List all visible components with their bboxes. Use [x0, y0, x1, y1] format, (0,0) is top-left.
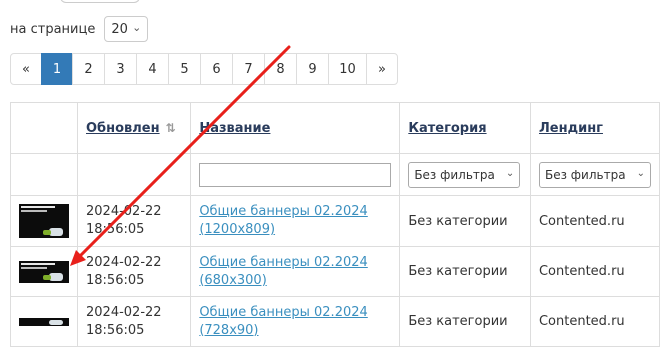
chevron-down-icon: ⌄: [132, 21, 142, 34]
page-1[interactable]: 1: [41, 53, 73, 85]
name-cell: Общие баннеры 02.2024 (680x300): [190, 246, 401, 297]
top-button-edge[interactable]: [60, 0, 140, 3]
updated-time: 18:56:05: [86, 222, 145, 237]
sort-updated-link[interactable]: Обновлен: [86, 121, 160, 136]
preview-cell: [10, 296, 78, 347]
updated-date: 2024-02-22: [86, 304, 162, 320]
sort-category-link[interactable]: Категория: [408, 121, 486, 136]
page-prev[interactable]: «: [10, 53, 42, 85]
updated-cell: 2024-02-22 18:56:05: [76, 246, 192, 297]
page-3[interactable]: 3: [104, 53, 137, 85]
page-2[interactable]: 2: [72, 53, 105, 85]
banner-size: (1200x809): [199, 222, 276, 237]
header-name: Название: [190, 102, 401, 154]
header-updated: Обновлен ⇅: [76, 102, 192, 154]
filter-row: Без фильтра ⌄ Без фильтра ⌄: [10, 153, 660, 196]
page-4[interactable]: 4: [136, 53, 169, 85]
page-10[interactable]: 10: [328, 53, 367, 85]
category-cell: Без категории: [399, 296, 531, 347]
pagination: « 1 2 3 4 5 6 7 8 9 10 »: [10, 53, 398, 85]
per-page-control: на странице 20 ⌄: [10, 16, 149, 42]
page-7[interactable]: 7: [232, 53, 265, 85]
per-page-select[interactable]: 20 ⌄: [104, 16, 149, 42]
page-next[interactable]: »: [366, 53, 398, 85]
banner-thumbnail[interactable]: [19, 317, 69, 326]
sort-landing-link[interactable]: Лендинг: [539, 121, 603, 136]
per-page-value: 20: [111, 21, 128, 37]
chevron-down-icon: ⌄: [634, 167, 645, 179]
landing-cell: Contented.ru: [529, 195, 660, 247]
page-8[interactable]: 8: [264, 53, 297, 85]
category-cell: Без категории: [399, 195, 531, 247]
banner-name-link[interactable]: Общие баннеры 02.2024 (1200x809): [199, 204, 367, 237]
page-5[interactable]: 5: [168, 53, 201, 85]
header-category: Категория: [399, 102, 531, 154]
filter-category-cell: Без фильтра ⌄: [399, 153, 531, 196]
updated-cell: 2024-02-22 18:56:05: [76, 195, 192, 247]
banner-name-link[interactable]: Общие баннеры 02.2024 (728x90): [199, 305, 367, 338]
table-row: 2024-02-22 18:56:05 Общие баннеры 02.202…: [10, 296, 660, 347]
table-row: 2024-02-22 18:56:05 Общие баннеры 02.202…: [10, 246, 660, 297]
updated-time: 18:56:05: [86, 322, 145, 338]
page-9[interactable]: 9: [296, 53, 329, 85]
landing-cell: Contented.ru: [529, 246, 660, 297]
chevron-down-icon: ⌄: [503, 167, 515, 179]
name-cell: Общие баннеры 02.2024 (728x90): [190, 296, 401, 347]
preview-cell: [10, 195, 78, 247]
preview-cell: [10, 246, 78, 297]
category-filter-select[interactable]: Без фильтра ⌄: [408, 161, 521, 188]
banner-size: (728x90): [199, 322, 259, 338]
banner-thumbnail[interactable]: [19, 204, 69, 238]
updated-time: 18:56:05: [86, 272, 145, 288]
filter-empty-cell: [10, 153, 78, 196]
banner-name: Общие баннеры 02.2024: [199, 254, 368, 270]
banner-table: Обновлен ⇅ Название Категория Лендинг Без…: [10, 102, 660, 347]
header-preview: [10, 102, 78, 154]
banner-name: Общие баннеры 02.2024: [199, 204, 368, 219]
sort-icon[interactable]: ⇅: [166, 121, 176, 135]
updated-date: 2024-02-22: [86, 204, 162, 219]
category-filter-value: Без фильтра: [414, 167, 495, 182]
landing-cell: Contented.ru: [529, 296, 660, 347]
updated-date: 2024-02-22: [86, 254, 162, 270]
landing-filter-select[interactable]: Без фильтра ⌄: [538, 161, 651, 188]
filter-empty-cell: [76, 153, 192, 196]
name-cell: Общие баннеры 02.2024 (1200x809): [190, 195, 401, 247]
category-cell: Без категории: [399, 246, 531, 297]
banner-thumbnail[interactable]: [19, 260, 69, 283]
filter-landing-cell: Без фильтра ⌄: [529, 153, 660, 196]
landing-filter-value: Без фильтра: [544, 167, 626, 182]
banner-name-link[interactable]: Общие баннеры 02.2024 (680x300): [199, 255, 367, 288]
banner-name: Общие баннеры 02.2024: [199, 304, 368, 320]
name-filter-input[interactable]: [199, 162, 392, 187]
page-6[interactable]: 6: [200, 53, 233, 85]
per-page-label: на странице: [10, 21, 96, 37]
banner-size: (680x300): [199, 272, 267, 288]
sort-name-link[interactable]: Название: [199, 121, 270, 136]
filter-name-cell: [190, 153, 401, 196]
table-row: 2024-02-22 18:56:05 Общие баннеры 02.202…: [10, 195, 660, 247]
updated-cell: 2024-02-22 18:56:05: [76, 296, 192, 347]
header-landing: Лендинг: [529, 102, 660, 154]
table-header-row: Обновлен ⇅ Название Категория Лендинг: [10, 102, 660, 154]
